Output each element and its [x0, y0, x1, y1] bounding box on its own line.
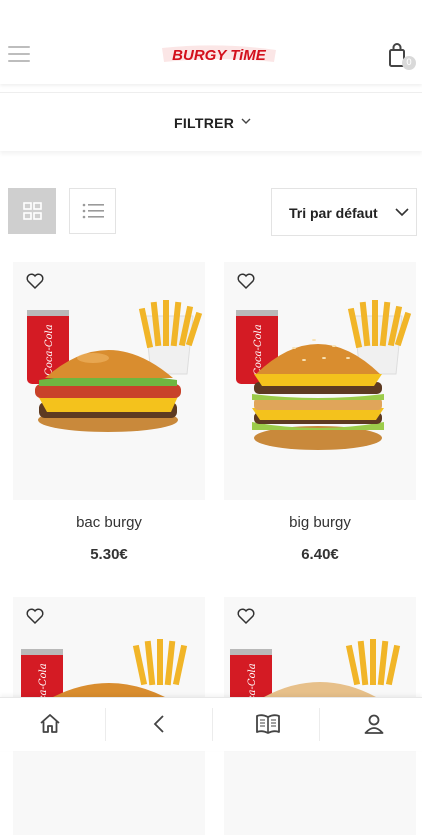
nav-account[interactable] — [320, 698, 422, 751]
heart-icon[interactable] — [25, 272, 45, 290]
grid-view-icon — [23, 202, 42, 220]
bottom-navigation — [0, 697, 422, 751]
filter-bar[interactable]: FILTRER — [0, 92, 422, 151]
svg-text:Coca-Cola: Coca-Cola — [253, 324, 264, 375]
grid-view-button[interactable] — [8, 188, 56, 234]
menu-book-icon — [256, 714, 280, 734]
chevron-down-icon — [395, 208, 409, 217]
list-view-button[interactable] — [69, 188, 116, 234]
cart-count-badge: 0 — [402, 56, 416, 70]
product-name[interactable]: bac burgy — [13, 514, 205, 531]
heart-icon[interactable] — [25, 607, 45, 625]
back-icon — [153, 715, 164, 733]
heart-icon[interactable] — [236, 272, 256, 290]
chevron-down-icon — [241, 118, 251, 124]
product-price: 6.40€ — [301, 546, 339, 563]
account-icon — [364, 714, 384, 734]
home-icon — [40, 714, 60, 733]
svg-text:BURGY TiME: BURGY TiME — [172, 47, 267, 64]
product-name[interactable]: big burgy — [224, 514, 416, 531]
top-bar: BURGY TiME 0 — [0, 0, 422, 84]
svg-text:Coca-Cola: Coca-Cola — [44, 324, 55, 375]
product-price: 5.30€ — [90, 546, 128, 563]
list-view-icon — [82, 203, 104, 219]
nav-menu[interactable] — [213, 698, 319, 751]
nav-back[interactable] — [106, 698, 212, 751]
hamburger-menu-icon[interactable] — [8, 46, 30, 64]
product-image[interactable]: Coca-Cola — [13, 262, 205, 500]
filter-label: FILTRER — [174, 115, 235, 131]
sort-select[interactable]: Tri par défaut — [271, 188, 417, 236]
sort-label: Tri par défaut — [289, 205, 378, 221]
heart-icon[interactable] — [236, 607, 256, 625]
brand-logo[interactable]: BURGY TiME — [160, 44, 278, 66]
product-image[interactable]: Coca-Cola — [224, 262, 416, 500]
nav-home[interactable] — [0, 698, 105, 751]
